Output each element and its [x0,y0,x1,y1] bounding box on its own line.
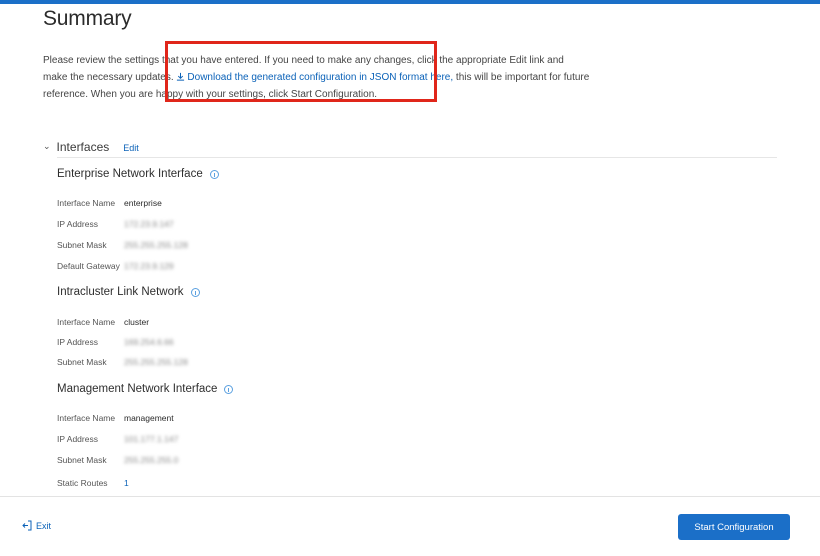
row-value: cluster [124,317,150,327]
management-title-text: Management Network Interface [57,383,218,395]
row-label: Subnet Mask [57,357,107,367]
footer-divider [0,496,820,497]
row-value: management [124,413,174,423]
row-label: IP Address [57,219,98,229]
chevron-down-icon[interactable]: ⌄ [43,141,51,152]
management-group-title: Management Network Interface [57,383,234,395]
start-configuration-button[interactable]: Start Configuration [678,514,790,540]
row-value-redacted: 255.255.255.128 [124,240,188,250]
intro-line-1: Please review the settings that you have… [43,55,564,66]
row-value-redacted: 255.255.255.0 [124,455,179,465]
enterprise-row: IP Address 172.23.9.147 [57,219,174,229]
intro-line-2-pre: make the necessary updates. [43,72,174,83]
row-value-redacted: 101.177.1.147 [124,434,179,444]
row-label: IP Address [57,337,98,347]
info-icon[interactable] [224,384,234,394]
interfaces-section-header: ⌄ Interfaces Edit [43,140,139,154]
row-label: Interface Name [57,198,116,208]
exit-icon [22,520,32,531]
top-accent-bar [0,0,820,4]
row-label: Subnet Mask [57,240,107,250]
intracluster-row: IP Address 169.254.6.66 [57,337,174,347]
row-value-redacted: 255.255.255.128 [124,357,188,367]
row-label: Static Routes [57,478,108,488]
row-value-redacted: 172.23.9.129 [124,261,174,271]
enterprise-group-title: Enterprise Network Interface [57,168,219,180]
download-config-link[interactable]: Download the generated configuration in … [176,72,453,83]
intro-text: Please review the settings that you have… [43,52,603,103]
download-link-label: Download the generated configuration in … [187,72,454,83]
row-value-redacted: 172.23.9.147 [124,219,174,229]
row-value: enterprise [124,198,162,208]
intracluster-row: Interface Name cluster [57,317,149,327]
interfaces-section-title: Interfaces [56,140,110,154]
intro-line-3: reference. When you are happy with your … [43,89,378,100]
intracluster-title-text: Intracluster Link Network [57,286,184,298]
row-label: Interface Name [57,413,116,423]
enterprise-row: Subnet Mask 255.255.255.128 [57,240,188,250]
exit-label: Exit [36,520,52,531]
interfaces-edit-link[interactable]: Edit [123,143,139,153]
row-label: Default Gateway [57,261,120,271]
intracluster-group-title: Intracluster Link Network [57,286,200,298]
row-value-redacted: 169.254.6.66 [124,337,174,347]
intro-line-2-post: this will be important for future [453,72,590,83]
intro-line-2: make the necessary updates. Download the… [43,69,603,86]
enterprise-row: Default Gateway 172.23.9.129 [57,261,174,271]
exit-button[interactable]: Exit [22,520,51,531]
static-routes-count-link[interactable]: 1 [124,478,129,488]
management-row: Interface Name management [57,413,174,423]
enterprise-row: Interface Name enterprise [57,198,162,208]
management-row: Static Routes 1 [57,478,129,488]
download-icon [177,72,185,81]
intracluster-row: Subnet Mask 255.255.255.128 [57,357,188,367]
management-row: Subnet Mask 255.255.255.0 [57,455,178,465]
row-label: Interface Name [57,317,116,327]
info-icon[interactable] [190,287,200,297]
info-icon[interactable] [209,169,219,179]
management-row: IP Address 101.177.1.147 [57,434,178,444]
row-label: IP Address [57,434,98,444]
page-title: Summary [43,7,132,30]
section-divider [57,157,777,158]
row-label: Subnet Mask [57,455,107,465]
enterprise-title-text: Enterprise Network Interface [57,168,203,180]
